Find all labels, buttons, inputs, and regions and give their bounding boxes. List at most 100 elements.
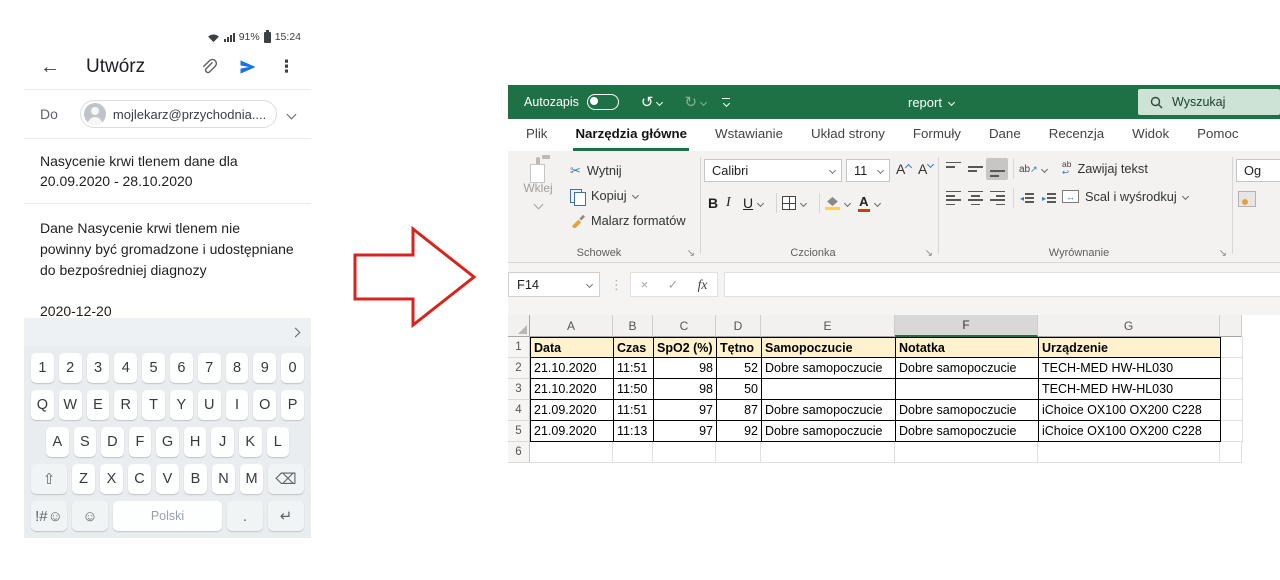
column-header[interactable]: D <box>716 315 761 337</box>
key[interactable]: P <box>281 390 304 420</box>
cell[interactable] <box>613 442 653 463</box>
ribbon-tab[interactable]: Układ strony <box>809 119 887 151</box>
redo-button[interactable]: ↻ <box>684 93 708 111</box>
column-header-partial[interactable] <box>1220 315 1242 337</box>
borders-menu-icon[interactable] <box>800 199 808 207</box>
quick-access-menu-icon[interactable] <box>722 97 731 108</box>
cell[interactable] <box>530 442 613 463</box>
cell[interactable]: 50 <box>717 379 762 400</box>
align-right-button[interactable] <box>986 187 1008 209</box>
orientation-menu-icon[interactable] <box>1040 165 1048 173</box>
column-header[interactable]: B <box>613 315 653 337</box>
formula-input[interactable] <box>724 272 1280 297</box>
name-box[interactable]: F14 <box>508 272 600 297</box>
symbols-key[interactable]: !#☺ <box>31 501 67 531</box>
cell[interactable] <box>896 379 1039 400</box>
cell[interactable] <box>1221 337 1243 358</box>
cut-button[interactable]: ✂ Wytnij <box>570 158 686 183</box>
key[interactable]: C <box>128 464 151 494</box>
key[interactable]: Q <box>31 390 54 420</box>
cell[interactable] <box>653 442 716 463</box>
ribbon-tab[interactable]: Recenzja <box>1047 119 1106 151</box>
key[interactable]: E <box>86 390 110 420</box>
ribbon-tab[interactable]: Widok <box>1130 119 1171 151</box>
key[interactable]: Y <box>169 390 193 420</box>
cancel-icon[interactable]: × <box>641 277 649 292</box>
align-center-button[interactable] <box>964 187 986 209</box>
cell[interactable]: TECH-MED HW-HL030 <box>1039 379 1221 400</box>
row-header[interactable]: 4 <box>508 400 530 421</box>
cell[interactable]: 21.10.2020 <box>531 358 614 379</box>
cell[interactable]: Dobre samopoczucie <box>762 421 896 442</box>
cell[interactable]: 98 <box>654 379 717 400</box>
dialog-launcher-icon[interactable]: ↘ <box>687 249 695 259</box>
key[interactable]: 1 <box>31 353 54 383</box>
expand-suggestions-icon[interactable] <box>290 327 301 337</box>
undo-button[interactable]: ↺ <box>641 93 664 111</box>
dialog-launcher-icon[interactable]: ↘ <box>925 249 933 259</box>
key[interactable]: A <box>46 427 69 457</box>
orientation-button[interactable]: ab ↗ <box>1019 164 1038 175</box>
key[interactable]: L <box>266 427 290 457</box>
backspace-key[interactable]: ⌫ <box>268 464 304 494</box>
underline-menu-icon[interactable] <box>757 199 765 207</box>
underline-button[interactable]: U <box>743 195 753 211</box>
align-middle-button[interactable] <box>964 158 986 180</box>
back-icon[interactable]: ← <box>40 57 60 77</box>
cell[interactable]: Data <box>531 337 614 358</box>
key[interactable]: 5 <box>142 353 165 383</box>
bold-button[interactable]: B <box>708 195 726 211</box>
key[interactable]: 0 <box>281 353 304 383</box>
emoji-key[interactable]: ☺ <box>72 501 108 531</box>
select-all-corner[interactable] <box>508 315 530 337</box>
font-size-select[interactable]: 11 <box>846 159 890 182</box>
cell[interactable] <box>1038 442 1220 463</box>
key[interactable]: H <box>183 427 207 457</box>
column-header[interactable]: C <box>653 315 716 337</box>
grow-font-button[interactable]: A <box>896 161 913 177</box>
key[interactable]: D <box>101 427 124 457</box>
shrink-font-button[interactable]: A <box>918 160 935 177</box>
cell[interactable]: 97 <box>654 400 717 421</box>
cell[interactable] <box>1221 379 1243 400</box>
ribbon-tab[interactable]: Dane <box>987 119 1023 151</box>
font-color-icon[interactable]: A <box>858 194 870 212</box>
cell[interactable]: TECH-MED HW-HL030 <box>1039 358 1221 379</box>
cell[interactable]: 21.10.2020 <box>531 379 614 400</box>
fill-color-icon[interactable] <box>825 196 841 210</box>
increase-indent-button[interactable]: ▸ <box>1041 187 1063 209</box>
search-box[interactable]: Wyszukaj <box>1138 89 1280 115</box>
confirm-icon[interactable]: ✓ <box>667 277 678 293</box>
ribbon-tab[interactable]: Narzędzia główne <box>573 119 690 151</box>
cell[interactable]: 97 <box>654 421 717 442</box>
cell[interactable] <box>762 379 896 400</box>
cell[interactable]: Tętno <box>717 337 762 358</box>
key[interactable]: R <box>114 390 138 420</box>
cell[interactable] <box>716 442 761 463</box>
cell[interactable]: 21.09.2020 <box>531 421 614 442</box>
key[interactable]: V <box>156 464 179 494</box>
period-key[interactable]: . <box>227 501 263 531</box>
align-top-button[interactable] <box>942 158 964 180</box>
cell[interactable]: 52 <box>717 358 762 379</box>
row-header[interactable]: 5 <box>508 421 530 442</box>
decrease-indent-button[interactable]: ◂ <box>1019 187 1041 209</box>
key[interactable]: U <box>197 390 221 420</box>
ribbon-tab[interactable]: Formuły <box>911 119 963 151</box>
ribbon-tab[interactable]: Plik <box>524 119 549 151</box>
key[interactable]: J <box>211 427 234 457</box>
key[interactable]: T <box>142 390 165 420</box>
key[interactable]: I <box>225 390 249 420</box>
font-color-menu-icon[interactable] <box>873 199 881 207</box>
cell[interactable]: Dobre samopoczucie <box>896 421 1039 442</box>
cell[interactable] <box>761 442 895 463</box>
fill-menu-icon[interactable] <box>844 199 852 207</box>
key[interactable]: 6 <box>169 353 193 383</box>
key[interactable]: 7 <box>197 353 221 383</box>
key[interactable]: 4 <box>114 353 138 383</box>
cell[interactable]: 11:51 <box>614 400 654 421</box>
copy-button[interactable]: Kopiuj <box>570 183 686 208</box>
column-header[interactable]: A <box>530 315 613 337</box>
send-icon[interactable] <box>238 57 258 77</box>
more-menu-icon[interactable]: ⋮ <box>278 57 295 77</box>
